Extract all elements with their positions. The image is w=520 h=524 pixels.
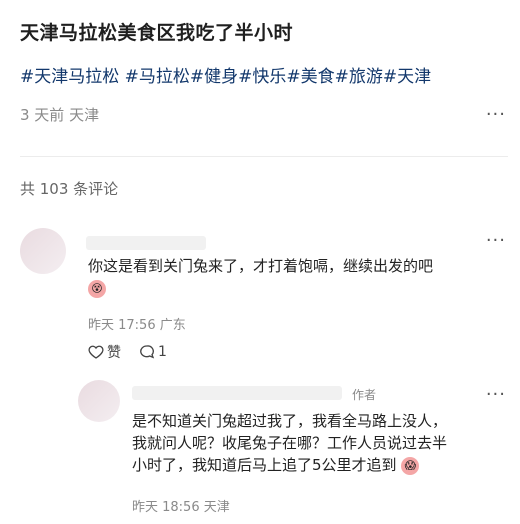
dizzy-face-icon: 😵 [88, 279, 106, 298]
post-title: 天津马拉松美食区我吃了半小时 [20, 22, 294, 44]
reply-count: 1 [158, 344, 167, 360]
comment-text-body: 你这是看到关门兔来了，才打着饱嗝，继续出发的吧 [88, 257, 434, 275]
like-label: 赞 [107, 345, 121, 361]
reply-text: 是不知道关门兔超过我了，我看全马路上没人， 我就问人呢？收尾兔子在哪？工作人员说… [132, 410, 512, 476]
commenter-name-blurred [86, 236, 206, 250]
screaming-face-icon: 😱 [401, 456, 420, 475]
reply-button[interactable]: 1 [139, 344, 167, 360]
post-meta: 3 天前 天津 [20, 106, 100, 124]
comment-bubble-icon [140, 345, 155, 359]
post-tags[interactable]: #天津马拉松 #马拉松#健身#快乐#美食#旅游#天津 [20, 62, 431, 87]
comment-more-button[interactable]: ··· [486, 230, 506, 251]
reply-more-button[interactable]: ··· [486, 384, 506, 405]
reply-time: 昨天 18:56 天津 [132, 500, 230, 515]
like-button[interactable]: 赞 [88, 342, 121, 362]
post-more-button[interactable]: ··· [486, 104, 506, 125]
avatar[interactable] [20, 228, 66, 274]
avatar[interactable] [78, 380, 120, 422]
author-badge: 作者 [352, 388, 377, 402]
divider [20, 156, 508, 157]
reply-line: 我就问人呢？收尾兔子在哪？工作人员说过去半 [132, 434, 448, 452]
replier-name-blurred [132, 386, 342, 400]
comment-count: 共 103 条评论 [20, 180, 119, 198]
comment-time: 昨天 17:56 广东 [88, 318, 186, 333]
reply-line: 是不知道关门兔超过我了，我看全马路上没人， [132, 412, 448, 430]
reply-line: 小时了，我知道后马上追了5公里才追到 [132, 456, 397, 474]
comment-text: 你这是看到关门兔来了，才打着饱嗝，继续出发的吧 😵 [88, 255, 508, 299]
heart-icon [88, 345, 104, 359]
comment-actions: 赞 1 [88, 342, 167, 362]
